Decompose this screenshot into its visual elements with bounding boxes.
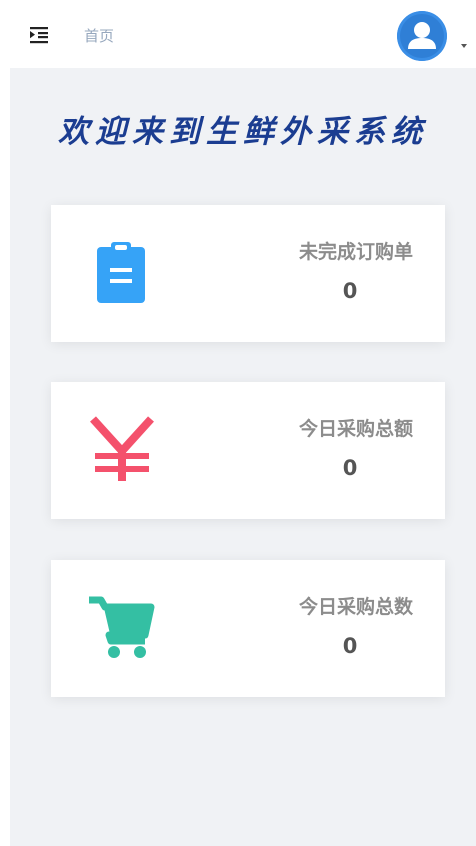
card-label: 今日采购总数 <box>298 596 413 618</box>
shopping-cart-icon <box>87 593 157 663</box>
yen-icon <box>87 415 157 485</box>
breadcrumb-home[interactable]: 首页 <box>84 26 114 46</box>
top-navbar: 首页 <box>0 0 476 68</box>
chevron-down-icon[interactable] <box>461 44 467 48</box>
clipboard-icon <box>87 238 157 308</box>
welcome-title: 欢迎来到生鲜外采系统 <box>58 114 428 150</box>
card-label: 未完成订购单 <box>298 241 413 263</box>
main-content: 欢迎来到生鲜外采系统 未完成订购单 0 今日采购总额 0 今日采购总数 0 <box>10 68 476 846</box>
card-label: 今日采购总额 <box>298 418 413 440</box>
card-value: 0 <box>342 279 358 303</box>
user-avatar-icon[interactable] <box>397 11 447 61</box>
card-today-count[interactable]: 今日采购总数 0 <box>51 560 445 697</box>
card-today-amount[interactable]: 今日采购总额 0 <box>51 382 445 519</box>
card-pending-orders[interactable]: 未完成订购单 0 <box>51 205 445 342</box>
card-value: 0 <box>342 634 358 658</box>
indent-menu-icon[interactable] <box>30 26 52 44</box>
card-value: 0 <box>342 456 358 480</box>
